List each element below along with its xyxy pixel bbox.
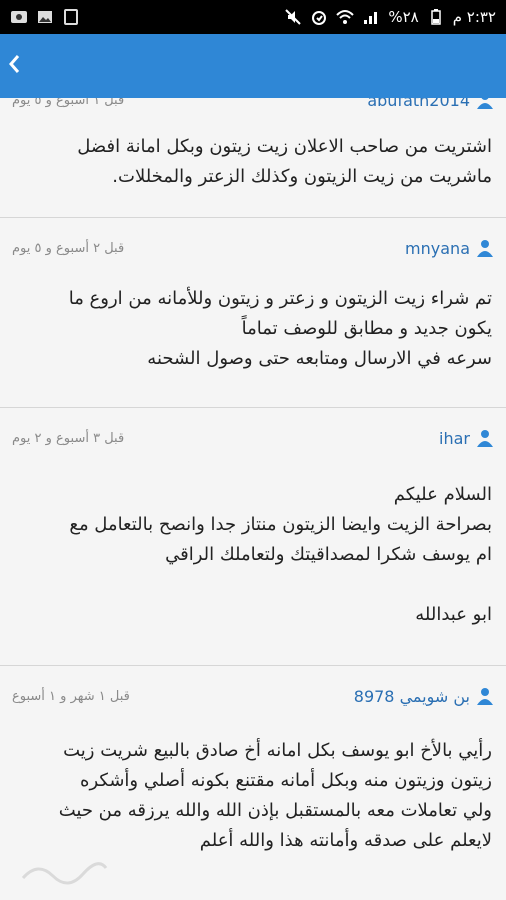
review-time: قبل ١ أسبوع و ٥ يوم	[12, 98, 125, 108]
app-bar	[0, 34, 506, 98]
user-icon	[476, 98, 494, 109]
review-body: اشتريت من صاحب الاعلان زيت زيتون وبكل ام…	[0, 107, 506, 192]
review-blank-line	[18, 570, 492, 600]
gallery-icon	[10, 9, 28, 25]
user-icon	[476, 687, 494, 705]
review-header: قبل ٢ أسبوع و ٥ يوم mnyana	[0, 218, 506, 278]
status-bar-right: %٢٨ ٢:٣٢ م	[284, 8, 496, 26]
review-line: ابو عبدالله	[415, 604, 492, 625]
review-body: رأيي بالأخ ابو يوسف بكل امانه أخ صادق با…	[0, 726, 506, 856]
review-header: قبل ٣ أسبوع و ٢ يوم ihar	[0, 408, 506, 468]
review-user[interactable]: mnyana	[405, 239, 494, 258]
battery-percent: %٢٨	[388, 8, 419, 26]
review-line: رأيي بالأخ ابو يوسف بكل امانه أخ صادق با…	[63, 740, 492, 761]
review-line: اشتريت من صاحب الاعلان زيت زيتون وبكل ام…	[77, 136, 492, 157]
review-line: ولي تعاملات معه بالمستقبل بإذن الله والل…	[58, 800, 492, 821]
review-header: قبل ١ شهر و ١ أسبوع بن شويمي 8978	[0, 666, 506, 726]
review-user[interactable]: بن شويمي 8978	[354, 687, 494, 706]
review-line: زيتون وزيتون منه وبكل أمانه مقتنع بكونه …	[80, 770, 492, 791]
mute-icon	[284, 9, 302, 25]
review-time: قبل ٢ أسبوع و ٥ يوم	[12, 240, 125, 256]
wifi-icon	[336, 9, 355, 25]
review-time: قبل ١ شهر و ١ أسبوع	[12, 688, 130, 704]
review-header: قبل ١ أسبوع و ٥ يوم abufath2014	[0, 98, 506, 110]
review-line: ام يوسف شكرا لمصداقيتك ولتعاملك الراقي	[165, 544, 492, 565]
status-bar: %٢٨ ٢:٣٢ م	[0, 0, 506, 34]
review-username[interactable]: abufath2014	[367, 98, 470, 110]
status-bar-left	[10, 9, 80, 25]
review-item: قبل ٢ أسبوع و ٥ يوم mnyana تم شراء زيت ا…	[0, 218, 506, 408]
review-line: يكون جديد و مطابق للوصف تماماً	[241, 318, 492, 339]
clock: ٢:٣٢ م	[452, 8, 496, 26]
user-icon	[476, 239, 494, 257]
alarm-icon	[310, 9, 328, 25]
reviews-list[interactable]: قبل ١ أسبوع و ٥ يوم abufath2014 اشتريت م…	[0, 98, 506, 900]
review-item: قبل ٣ أسبوع و ٢ يوم ihar السلام عليكم بص…	[0, 408, 506, 666]
review-username[interactable]: mnyana	[405, 239, 470, 258]
review-body: تم شراء زيت الزيتون و زعتر و زيتون وللأم…	[0, 278, 506, 374]
app-icon	[62, 9, 80, 25]
review-time: قبل ٣ أسبوع و ٢ يوم	[12, 430, 125, 446]
review-body: السلام عليكم بصراحة الزيت وايضا الزيتون …	[0, 468, 506, 630]
review-line: ماشريت من زيت الزيتون وكذلك الزعتر والمخ…	[112, 166, 492, 187]
review-user[interactable]: abufath2014	[367, 98, 494, 110]
user-icon	[476, 429, 494, 447]
review-line: بصراحة الزيت وايضا الزيتون منتاز جدا وان…	[69, 514, 492, 535]
chevron-left-icon[interactable]	[4, 51, 24, 81]
review-username[interactable]: ihar	[439, 429, 470, 448]
watermark-logo	[18, 856, 108, 892]
review-line: تم شراء زيت الزيتون و زعتر و زيتون وللأم…	[68, 288, 492, 309]
review-item: قبل ١ أسبوع و ٥ يوم abufath2014 اشتريت م…	[0, 98, 506, 218]
battery-icon	[427, 9, 445, 25]
review-line: السلام عليكم	[393, 484, 492, 505]
review-line: سرعه في الارسال ومتابعه حتى وصول الشحنه	[147, 348, 492, 369]
review-username[interactable]: بن شويمي 8978	[354, 687, 470, 706]
signal-icon	[362, 9, 380, 25]
review-line: لايعلم على صدقه وأمانته هذا والله أعلم	[199, 830, 492, 851]
review-user[interactable]: ihar	[439, 429, 494, 448]
photo-icon	[36, 9, 54, 25]
